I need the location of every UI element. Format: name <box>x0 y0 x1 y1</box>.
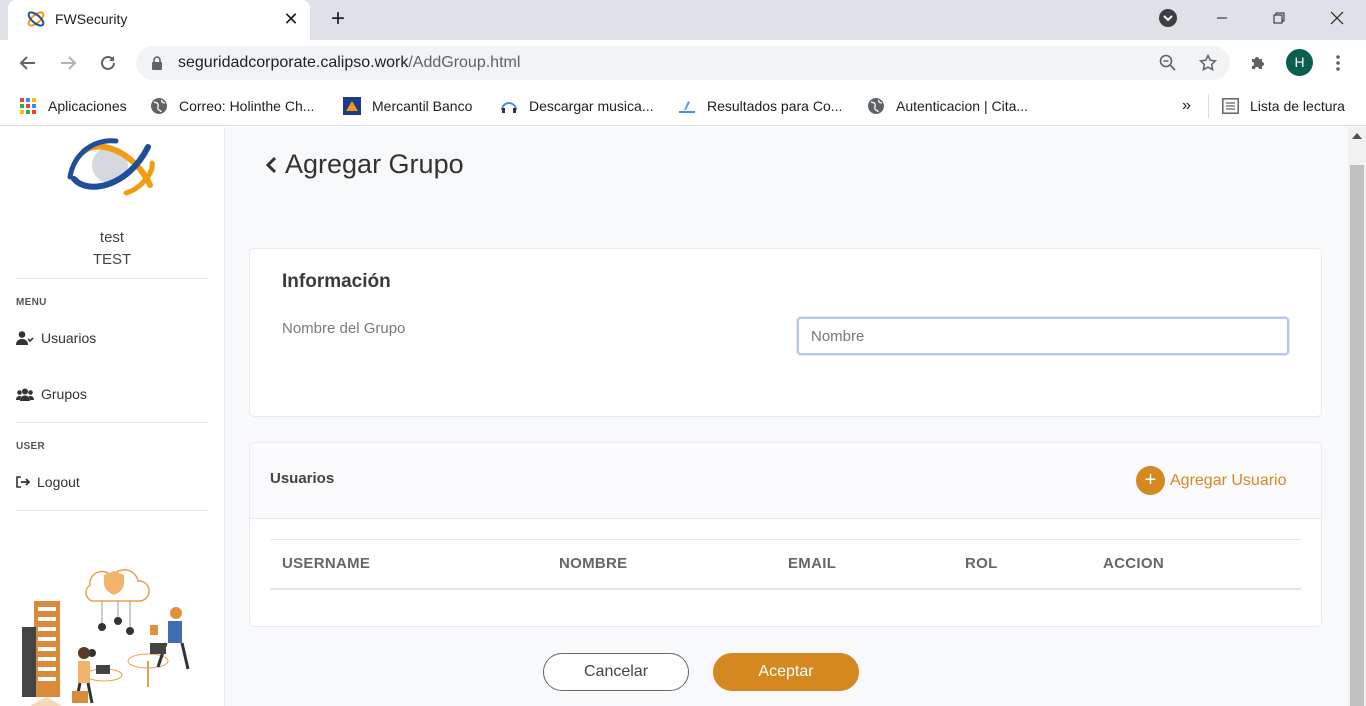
chevron-left-icon[interactable] <box>265 156 277 174</box>
sidebar-divider <box>16 510 208 511</box>
users-card-title: Usuarios <box>270 470 335 487</box>
results-icon <box>678 97 696 115</box>
users-group-icon <box>16 388 34 401</box>
extensions-puzzle-icon[interactable] <box>1245 50 1271 76</box>
bookmark-label: Aplicaciones <box>48 98 127 114</box>
scroll-thumb[interactable] <box>1350 165 1364 706</box>
user-icon <box>16 331 34 345</box>
profile-avatar[interactable]: H <box>1286 49 1313 76</box>
music-icon <box>500 97 518 115</box>
minimize-icon[interactable] <box>1199 0 1245 36</box>
url-path: /AddGroup.html <box>408 54 521 71</box>
restore-icon[interactable] <box>1256 0 1302 36</box>
bookmark-mercantil[interactable]: Mercantil Banco <box>343 95 472 117</box>
cancel-button[interactable]: Cancelar <box>543 653 689 691</box>
url-host: seguridadcorporate.calipso.work <box>178 54 409 71</box>
bookmark-aplicaciones[interactable]: Aplicaciones <box>19 95 127 117</box>
tab-title: FWSecurity <box>55 11 128 27</box>
column-header-email: EMAIL <box>788 555 837 572</box>
sidebar-item-logout[interactable]: Logout <box>16 472 80 492</box>
users-card: Usuarios + Agregar Usuario USERNAME NOMB… <box>249 442 1322 627</box>
scroll-up-arrow-icon[interactable] <box>1352 133 1362 139</box>
user-name: test <box>99 229 125 246</box>
mercantil-icon <box>343 97 361 115</box>
new-tab-button[interactable]: + <box>324 6 352 34</box>
sidebar-divider <box>16 422 208 423</box>
sidebar-item-grupos[interactable]: Grupos <box>16 384 87 404</box>
url-text[interactable]: seguridadcorporate.calipso.work/AddGroup… <box>178 54 520 72</box>
globe-icon <box>867 97 885 115</box>
tab-close-icon[interactable]: ✕ <box>280 8 302 30</box>
add-user-button[interactable]: + Agregar Usuario <box>1136 466 1287 495</box>
group-name-input[interactable] <box>797 317 1289 355</box>
reading-list-icon <box>1221 97 1239 115</box>
page-scrollbar[interactable] <box>1348 127 1366 706</box>
sidebar-divider <box>16 278 208 279</box>
users-table: USERNAME NOMBRE EMAIL ROL ACCION <box>270 539 1301 590</box>
sidebar: test TEST MENU Usuarios Grupos USER Logo… <box>0 127 225 706</box>
zoom-icon[interactable] <box>1157 52 1179 74</box>
bookmark-correo[interactable]: Correo: Holinthe Ch... <box>150 95 314 117</box>
address-bar[interactable]: seguridadcorporate.calipso.work/AddGroup… <box>136 46 1230 80</box>
reload-icon[interactable] <box>94 49 122 77</box>
users-card-header: Usuarios + Agregar Usuario <box>250 443 1321 519</box>
page-title-text: Agregar Grupo <box>285 149 464 179</box>
menu-section-label: MENU <box>16 297 47 308</box>
fwsecurity-favicon-icon <box>27 11 45 27</box>
reading-list-button[interactable]: Lista de lectura <box>1221 95 1345 117</box>
bookmarks-bar: Aplicaciones Correo: Holinthe Ch... Merc… <box>0 86 1366 126</box>
browser-menu-icon[interactable] <box>1325 50 1351 76</box>
accept-button[interactable]: Aceptar <box>713 653 859 691</box>
page-title: Agregar Grupo <box>265 149 464 180</box>
add-user-label: Agregar Usuario <box>1170 471 1287 489</box>
group-name-label: Nombre del Grupo <box>282 320 406 337</box>
fwsecurity-logo <box>67 138 155 196</box>
globe-icon <box>150 97 168 115</box>
column-header-nombre: NOMBRE <box>559 555 628 572</box>
bookmark-label: Resultados para Co... <box>707 98 843 114</box>
browser-tab[interactable]: FWSecurity ✕ <box>8 0 310 40</box>
tab-search-icon[interactable] <box>1145 0 1191 36</box>
bookmarks-overflow-button[interactable]: » <box>1182 95 1191 117</box>
bookmark-label: Autenticacion | Cita... <box>896 98 1029 114</box>
user-role: TEST <box>92 251 132 268</box>
page-content: test TEST MENU Usuarios Grupos USER Logo… <box>0 127 1348 706</box>
bookmark-label: Correo: Holinthe Ch... <box>179 98 315 114</box>
column-header-accion: ACCION <box>1103 555 1164 572</box>
plus-circle-icon: + <box>1136 466 1165 495</box>
sidebar-item-usuarios[interactable]: Usuarios <box>16 328 96 348</box>
column-header-rol: ROL <box>965 555 998 572</box>
apps-grid-icon <box>19 97 37 115</box>
info-card: Información Nombre del Grupo <box>249 248 1322 417</box>
bookmark-label: Mercantil Banco <box>372 98 473 114</box>
bookmark-musica[interactable]: Descargar musica... <box>500 95 653 117</box>
bookmarks-divider <box>1208 94 1209 118</box>
user-section-label: USER <box>16 441 45 452</box>
sidebar-item-label: Logout <box>37 474 80 490</box>
column-header-username: USERNAME <box>282 555 371 572</box>
close-window-icon[interactable] <box>1314 0 1360 36</box>
info-card-title: Información <box>282 271 391 292</box>
tab-strip: FWSecurity ✕ + <box>0 0 1366 40</box>
reading-list-label: Lista de lectura <box>1250 98 1345 114</box>
bookmark-label: Descargar musica... <box>529 98 654 114</box>
back-arrow-icon[interactable] <box>14 49 42 77</box>
lock-icon <box>152 56 162 70</box>
bookmark-star-icon[interactable] <box>1197 52 1219 74</box>
security-illustration <box>22 569 190 706</box>
browser-toolbar: seguridadcorporate.calipso.work/AddGroup… <box>0 40 1366 86</box>
logout-icon <box>16 476 30 488</box>
sidebar-item-label: Grupos <box>41 386 87 402</box>
main-content: Agregar Grupo Información Nombre del Gru… <box>225 127 1348 706</box>
bookmark-autenticacion[interactable]: Autenticacion | Cita... <box>867 95 1028 117</box>
bookmark-resultados[interactable]: Resultados para Co... <box>678 95 842 117</box>
forward-arrow-icon[interactable] <box>54 49 82 77</box>
sidebar-item-label: Usuarios <box>41 330 97 346</box>
